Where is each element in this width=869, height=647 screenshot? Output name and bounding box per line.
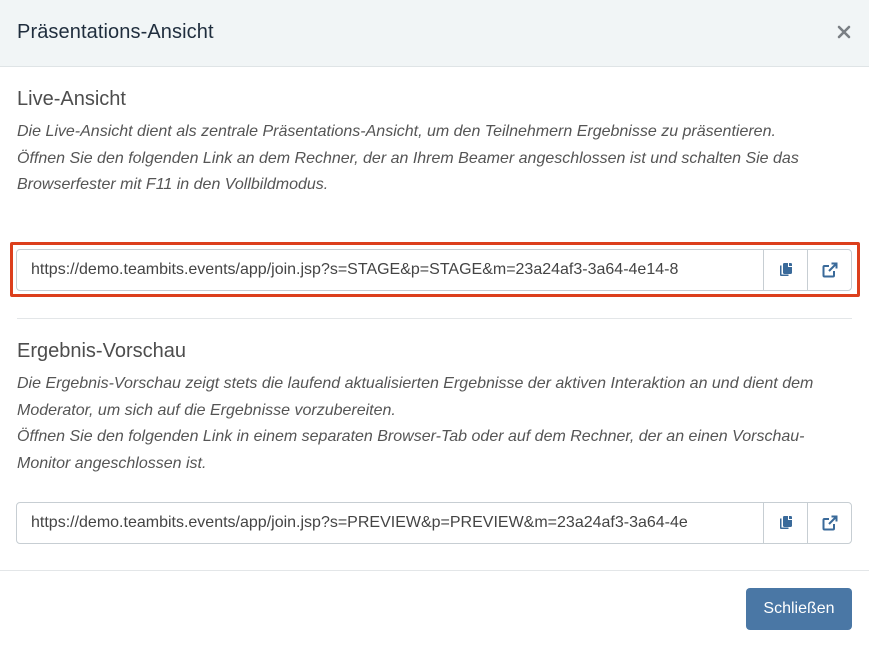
live-view-copy-button[interactable]	[763, 250, 807, 290]
preview-desc-1: Die Ergebnis-Vorschau zeigt stets die la…	[17, 375, 814, 419]
preview-desc-2: Öffnen Sie den folgenden Link in einem s…	[17, 428, 805, 472]
section-divider	[17, 318, 852, 319]
preview-open-button[interactable]	[807, 503, 851, 543]
live-view-open-button[interactable]	[807, 250, 851, 290]
modal-header: Präsentations-Ansicht	[0, 0, 869, 67]
live-view-desc-1: Die Live-Ansicht dient als zentrale Präs…	[17, 123, 776, 140]
preview-link-group	[16, 502, 852, 544]
close-button[interactable]: Schließen	[746, 588, 852, 630]
copy-icon	[779, 263, 792, 276]
live-view-description: Die Live-Ansicht dient als zentrale Präs…	[17, 119, 852, 199]
external-link-icon	[822, 262, 837, 278]
copy-icon	[779, 516, 792, 529]
preview-title: Ergebnis-Vorschau	[17, 340, 186, 362]
preview-copy-button[interactable]	[763, 503, 807, 543]
live-view-link-group	[16, 249, 852, 291]
modal-title: Präsentations-Ansicht	[17, 21, 214, 43]
live-view-title: Live-Ansicht	[17, 88, 126, 110]
live-view-url-input[interactable]	[17, 250, 763, 290]
modal-footer-divider	[0, 570, 869, 571]
presentation-view-modal: Präsentations-Ansicht Live-Ansicht Die L…	[0, 0, 869, 647]
modal-close-button[interactable]	[832, 20, 856, 44]
live-view-desc-2: Öffnen Sie den folgenden Link an dem Rec…	[17, 149, 799, 194]
preview-url-input[interactable]	[17, 503, 763, 543]
external-link-icon	[822, 515, 837, 531]
close-icon	[837, 25, 851, 39]
preview-description: Die Ergebnis-Vorschau zeigt stets die la…	[17, 371, 852, 477]
